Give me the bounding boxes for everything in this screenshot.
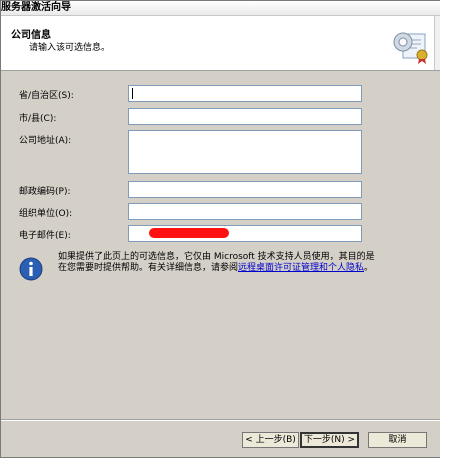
back-button[interactable]: < 上一步(B) [242,432,299,448]
privacy-link[interactable]: 远程桌面许可证管理和个人隐私 [238,263,364,273]
address-textarea[interactable] [128,130,362,174]
page-title: 公司信息 [11,30,51,41]
city-input[interactable] [128,108,362,125]
info-text-end: 。 [364,263,374,273]
address-label: 公司地址(A): [19,136,72,146]
page-edge [440,0,450,464]
department-label: 组织单位(O): [19,209,73,219]
activation-wizard-window: 服务器激活向导 公司信息 请输入该可选信息。 省/自治区(S): 市/县(C):… [0,0,444,458]
certificate-server-icon [393,32,428,64]
province-input[interactable] [128,85,362,102]
title-bar: 服务器激活向导 [1,1,443,16]
postcode-label: 邮政编码(P): [19,187,71,197]
next-button[interactable]: 下一步(N) > [300,432,359,448]
page-subtitle: 请输入该可选信息。 [29,43,111,53]
cancel-button[interactable]: 取消 [368,432,427,448]
privacy-info-text: 如果提供了此页上的可选信息，它仅由 Microsoft 技术支持人员使用，其目的… [58,252,383,274]
city-label: 市/县(C): [19,114,57,124]
window-title: 服务器激活向导 [1,2,71,13]
button-separator [1,419,443,421]
text-caret [132,88,133,99]
info-icon [19,257,43,281]
email-input[interactable] [128,225,362,242]
department-input[interactable] [128,203,362,220]
postcode-input[interactable] [128,181,362,198]
province-label: 省/自治区(S): [19,91,74,101]
wizard-header: 公司信息 请输入该可选信息。 [1,16,443,71]
email-label: 电子邮件(E): [19,231,71,241]
redaction-mark [149,228,229,238]
